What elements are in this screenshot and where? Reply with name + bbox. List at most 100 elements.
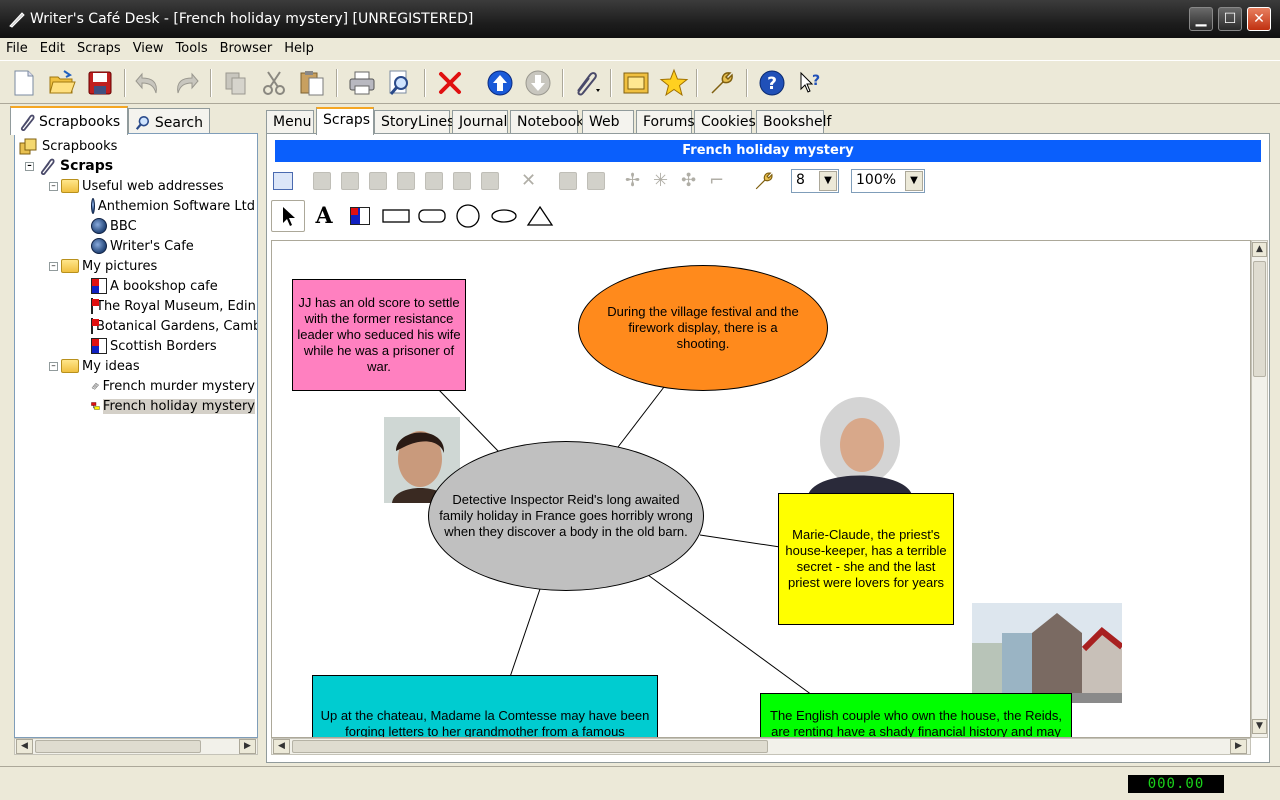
connector-icon[interactable]: ✢ bbox=[625, 170, 640, 191]
photo-woman[interactable] bbox=[800, 391, 918, 495]
connector-star-icon[interactable]: ✳ bbox=[653, 170, 668, 191]
tab-bookshelf[interactable]: Bookshelf bbox=[756, 110, 831, 134]
paste-icon[interactable] bbox=[296, 67, 328, 99]
scrapbook-tree[interactable]: Scrapbooks – Scraps – Useful web address… bbox=[14, 133, 258, 738]
scroll-left-button[interactable]: ◀ bbox=[16, 739, 33, 754]
scroll-down-button[interactable]: ▼ bbox=[1252, 719, 1267, 734]
tab-scraps[interactable]: Scraps bbox=[316, 107, 374, 135]
scroll-right-button[interactable]: ▶ bbox=[1230, 739, 1247, 754]
triangle-tool[interactable] bbox=[523, 200, 557, 232]
pointer-tool[interactable] bbox=[271, 200, 305, 232]
tree-item-selected[interactable]: French holiday mystery bbox=[19, 396, 255, 416]
note-marie-claude[interactable]: Marie-Claude, the priest's house-keeper,… bbox=[778, 493, 954, 625]
save-icon[interactable] bbox=[84, 67, 116, 99]
note-festival[interactable]: During the village festival and the fire… bbox=[578, 265, 828, 391]
open-icon[interactable] bbox=[46, 67, 78, 99]
bring-front-icon[interactable] bbox=[559, 172, 577, 190]
menu-edit[interactable]: Edit bbox=[34, 38, 71, 59]
align-right-icon[interactable] bbox=[341, 172, 359, 190]
align-middle-icon[interactable] bbox=[453, 172, 471, 190]
scroll-thumb[interactable] bbox=[292, 740, 768, 753]
move-up-icon[interactable] bbox=[484, 67, 516, 99]
tab-notebook[interactable]: Notebook bbox=[510, 110, 584, 134]
canvas-horizontal-scrollbar[interactable]: ◀ ▶ bbox=[271, 738, 1251, 755]
star-icon[interactable] bbox=[658, 67, 690, 99]
note-jj[interactable]: JJ has an old score to settle with the f… bbox=[292, 279, 466, 391]
align-left-icon[interactable] bbox=[313, 172, 331, 190]
align-center-icon[interactable] bbox=[369, 172, 387, 190]
attach-icon[interactable] bbox=[570, 67, 602, 99]
new-icon[interactable] bbox=[8, 67, 40, 99]
wrench-icon[interactable] bbox=[706, 67, 738, 99]
scroll-up-button[interactable]: ▲ bbox=[1252, 242, 1267, 257]
tree-item[interactable]: Scottish Borders bbox=[19, 336, 255, 356]
close-button[interactable]: ✕ bbox=[1247, 7, 1271, 31]
note-chateau[interactable]: Up at the chateau, Madame la Comtesse ma… bbox=[312, 675, 658, 737]
menu-file[interactable]: File bbox=[0, 38, 34, 59]
scrap-canvas[interactable]: JJ has an old score to settle with the f… bbox=[271, 240, 1251, 738]
print-preview-icon[interactable] bbox=[384, 67, 416, 99]
tree-item[interactable]: Anthemion Software Ltd bbox=[19, 196, 255, 216]
tab-scrapbooks[interactable]: Scrapbooks bbox=[10, 106, 128, 135]
cut-icon[interactable] bbox=[258, 67, 290, 99]
properties-icon[interactable] bbox=[273, 172, 293, 190]
tab-web[interactable]: Web bbox=[582, 110, 634, 134]
elbow-line-icon[interactable]: ⌐ bbox=[709, 170, 724, 191]
tree-folder-my-ideas[interactable]: – My ideas bbox=[19, 356, 255, 376]
tab-storylines[interactable]: StoryLines bbox=[374, 110, 454, 134]
text-tool[interactable]: A bbox=[307, 200, 341, 232]
tree-horizontal-scrollbar[interactable]: ◀ ▶ bbox=[14, 738, 258, 755]
frame-icon[interactable] bbox=[620, 67, 652, 99]
chevron-down-icon[interactable]: ▼ bbox=[819, 171, 837, 191]
tab-menu[interactable]: Menu bbox=[266, 110, 314, 134]
tree-scraps[interactable]: – Scraps bbox=[19, 156, 255, 176]
tab-search[interactable]: Search bbox=[128, 108, 210, 136]
menu-view[interactable]: View bbox=[127, 38, 170, 59]
delete-icon[interactable] bbox=[434, 67, 466, 99]
note-english-couple[interactable]: The English couple who own the house, th… bbox=[760, 693, 1072, 737]
help-icon[interactable]: ? bbox=[756, 67, 788, 99]
collapse-toggle[interactable]: – bbox=[25, 161, 34, 171]
redo-icon[interactable] bbox=[170, 67, 202, 99]
collapse-toggle[interactable]: – bbox=[49, 261, 58, 271]
canvas-vertical-scrollbar[interactable]: ▲ ▼ bbox=[1251, 240, 1268, 738]
tree-item[interactable]: Botanical Gardens, Cambridge bbox=[19, 316, 257, 336]
tree-item[interactable]: French murder mystery bbox=[19, 376, 255, 396]
tab-cookies[interactable]: Cookies bbox=[694, 110, 756, 134]
tab-forums[interactable]: Forums bbox=[636, 110, 695, 134]
undo-icon[interactable] bbox=[132, 67, 164, 99]
scroll-left-button[interactable]: ◀ bbox=[273, 739, 290, 754]
tree-item[interactable]: A bookshop cafe bbox=[19, 276, 255, 296]
collapse-toggle[interactable]: – bbox=[49, 361, 58, 371]
cut-shape-icon[interactable]: ✕ bbox=[521, 172, 539, 190]
tree-folder-my-pictures[interactable]: – My pictures bbox=[19, 256, 255, 276]
scroll-thumb[interactable] bbox=[35, 740, 201, 753]
move-down-icon[interactable] bbox=[522, 67, 554, 99]
menu-scraps[interactable]: Scraps bbox=[71, 38, 127, 59]
context-help-icon[interactable]: ? bbox=[794, 67, 826, 99]
tree-item[interactable]: Writer's Cafe bbox=[19, 236, 255, 256]
tree-folder-useful-web-addresses[interactable]: – Useful web addresses bbox=[19, 176, 255, 196]
zoom-select[interactable]: 100% ▼ bbox=[851, 169, 925, 193]
image-tool[interactable] bbox=[343, 200, 377, 232]
circle-tool[interactable] bbox=[451, 200, 485, 232]
photo-houses[interactable] bbox=[972, 603, 1124, 703]
align-bottom-icon[interactable] bbox=[425, 172, 443, 190]
maximize-button[interactable]: ☐ bbox=[1218, 7, 1242, 31]
chevron-down-icon[interactable]: ▼ bbox=[905, 171, 923, 191]
menu-tools[interactable]: Tools bbox=[170, 38, 214, 59]
scroll-right-button[interactable]: ▶ bbox=[239, 739, 256, 754]
title-bar[interactable]: Writer's Café Desk - [French holiday mys… bbox=[0, 0, 1280, 38]
collapse-toggle[interactable]: – bbox=[49, 181, 58, 191]
ellipse-tool[interactable] bbox=[487, 200, 521, 232]
scroll-thumb[interactable] bbox=[1253, 261, 1266, 377]
copy-icon[interactable] bbox=[220, 67, 252, 99]
connector-spread-icon[interactable]: ✣ bbox=[681, 170, 696, 191]
menu-help[interactable]: Help bbox=[278, 38, 320, 59]
rounded-rectangle-tool[interactable] bbox=[415, 200, 449, 232]
font-size-select[interactable]: 8 ▼ bbox=[791, 169, 839, 193]
tree-item[interactable]: The Royal Museum, Edinburgh bbox=[19, 296, 257, 316]
tree-root[interactable]: Scrapbooks bbox=[19, 136, 255, 156]
distribute-icon[interactable] bbox=[481, 172, 499, 190]
minimize-button[interactable]: ▁ bbox=[1189, 7, 1213, 31]
